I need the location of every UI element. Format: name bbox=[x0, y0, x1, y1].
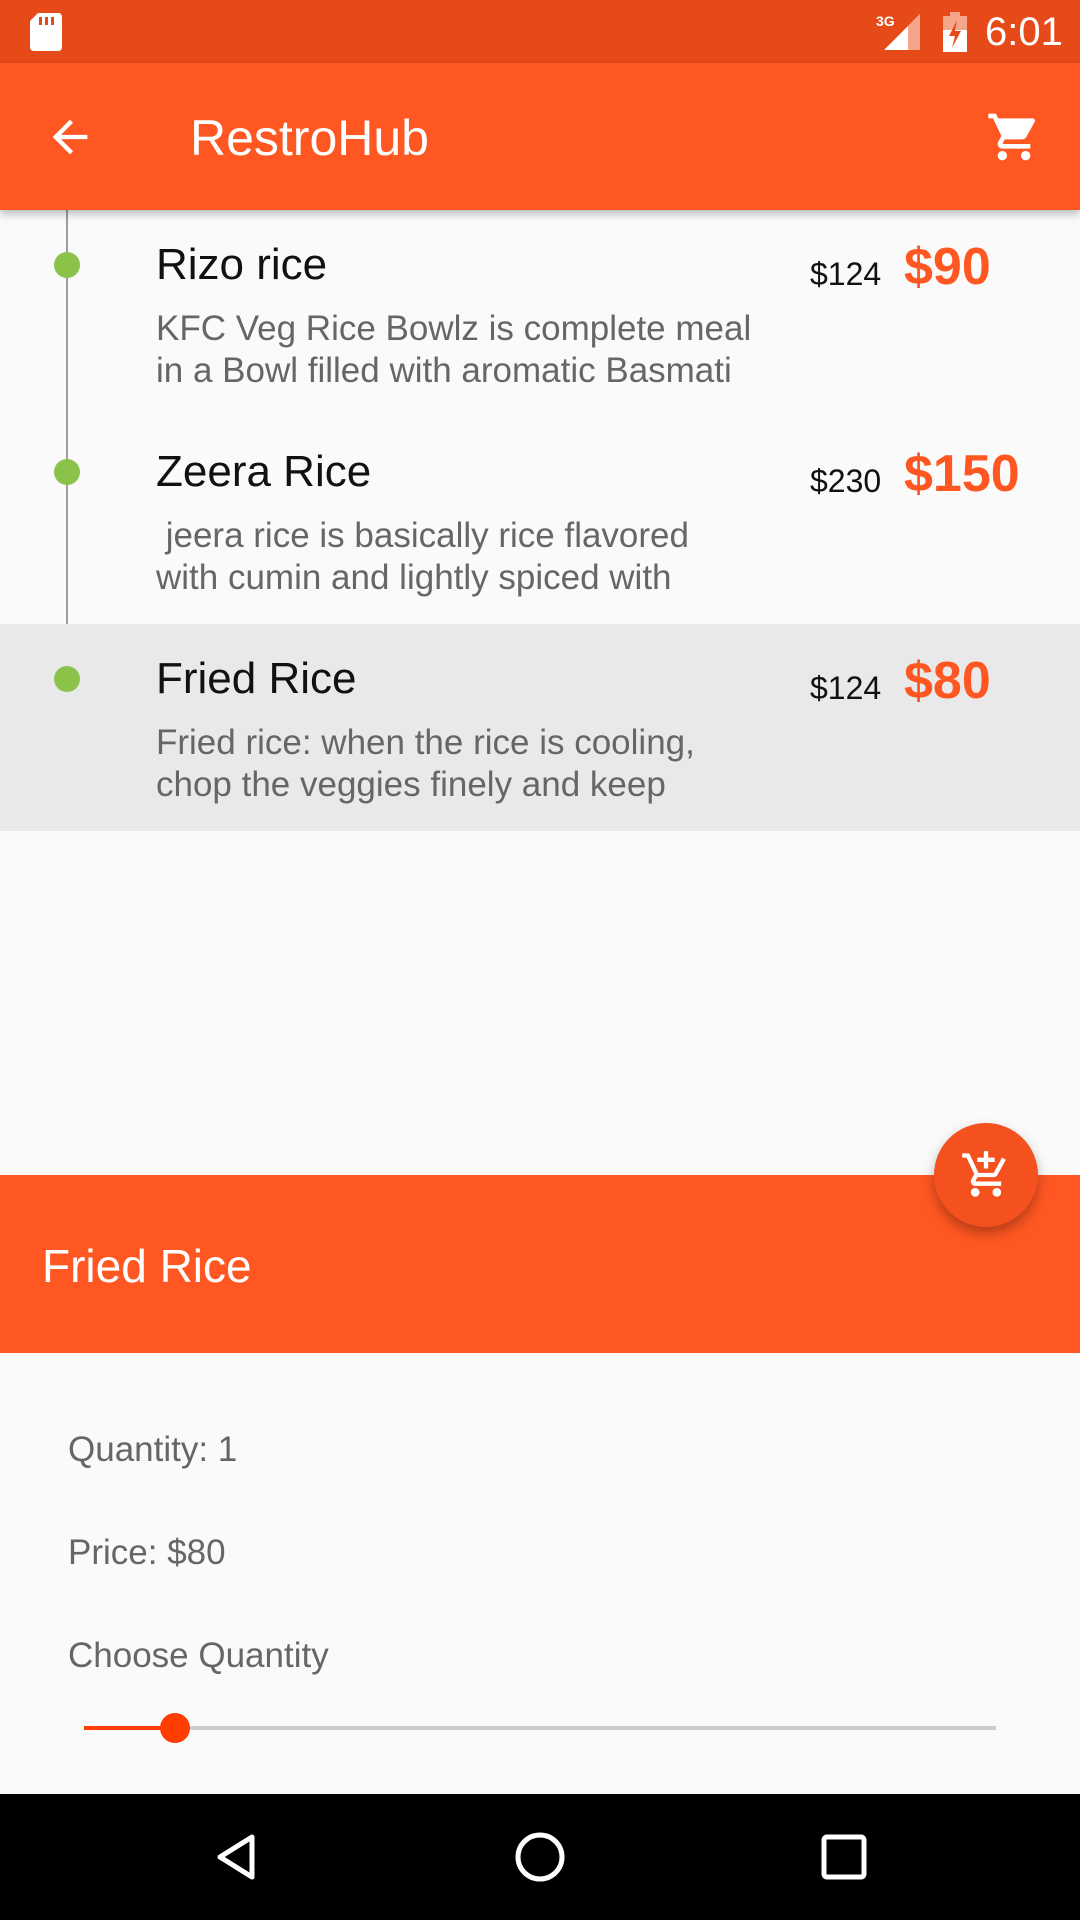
slider-track bbox=[84, 1726, 996, 1730]
battery-charging-icon bbox=[943, 12, 967, 52]
signal-3g-icon: 3G bbox=[876, 13, 920, 50]
app-bar: RestroHub bbox=[0, 63, 1080, 210]
sd-card-icon bbox=[30, 13, 62, 51]
quantity-text: Quantity: 1 bbox=[68, 1430, 238, 1469]
add-to-cart-icon bbox=[962, 1151, 1006, 1197]
menu-list: Rizo rice KFC Veg Rice Bowlz is complete… bbox=[0, 210, 1080, 831]
item-description: jeera rice is basically rice flavored wi… bbox=[156, 516, 689, 597]
quantity-slider[interactable] bbox=[84, 1713, 996, 1743]
timeline-dot bbox=[54, 666, 80, 692]
item-name: Fried Rice bbox=[156, 654, 357, 703]
timeline-dot bbox=[54, 252, 80, 278]
choose-quantity-label: Choose Quantity bbox=[68, 1636, 329, 1675]
clock: 6:01 bbox=[985, 10, 1063, 54]
nav-recents-icon[interactable] bbox=[816, 1829, 872, 1885]
status-bar: 3G 6:01 bbox=[0, 0, 1080, 63]
slider-thumb[interactable] bbox=[160, 1713, 191, 1743]
navigation-bar bbox=[0, 1794, 1080, 1920]
menu-item-rizo-rice[interactable]: Rizo rice KFC Veg Rice Bowlz is complete… bbox=[0, 210, 1080, 417]
detail-header: Fried Rice bbox=[0, 1175, 1080, 1353]
nav-back-icon[interactable] bbox=[208, 1829, 264, 1885]
menu-item-zeera-rice[interactable]: Zeera Rice jeera rice is basically rice … bbox=[0, 417, 1080, 624]
item-description: Fried rice: when the rice is cooling, ch… bbox=[156, 723, 695, 804]
nav-home-icon[interactable] bbox=[512, 1829, 568, 1885]
shopping-cart-icon[interactable] bbox=[986, 109, 1042, 165]
item-old-price: $124 bbox=[810, 670, 882, 706]
app-title: RestroHub bbox=[190, 110, 429, 166]
detail-title: Fried Rice bbox=[42, 1240, 252, 1292]
item-old-price: $230 bbox=[810, 463, 882, 499]
item-price: $90 bbox=[904, 238, 991, 296]
item-description: KFC Veg Rice Bowlz is complete meal in a… bbox=[156, 309, 752, 390]
add-to-cart-button[interactable] bbox=[934, 1123, 1038, 1227]
item-name: Zeera Rice bbox=[156, 447, 372, 496]
item-old-price: $124 bbox=[810, 256, 882, 292]
item-price: $80 bbox=[904, 652, 991, 710]
item-name: Rizo rice bbox=[156, 240, 328, 289]
arrow-back-icon[interactable] bbox=[44, 111, 96, 163]
item-price: $150 bbox=[904, 445, 1020, 503]
network-label: 3G bbox=[876, 13, 895, 29]
timeline-dot bbox=[54, 459, 80, 485]
menu-item-fried-rice[interactable]: Fried Rice Fried rice: when the rice is … bbox=[0, 624, 1080, 831]
price-text: Price: $80 bbox=[68, 1533, 226, 1572]
